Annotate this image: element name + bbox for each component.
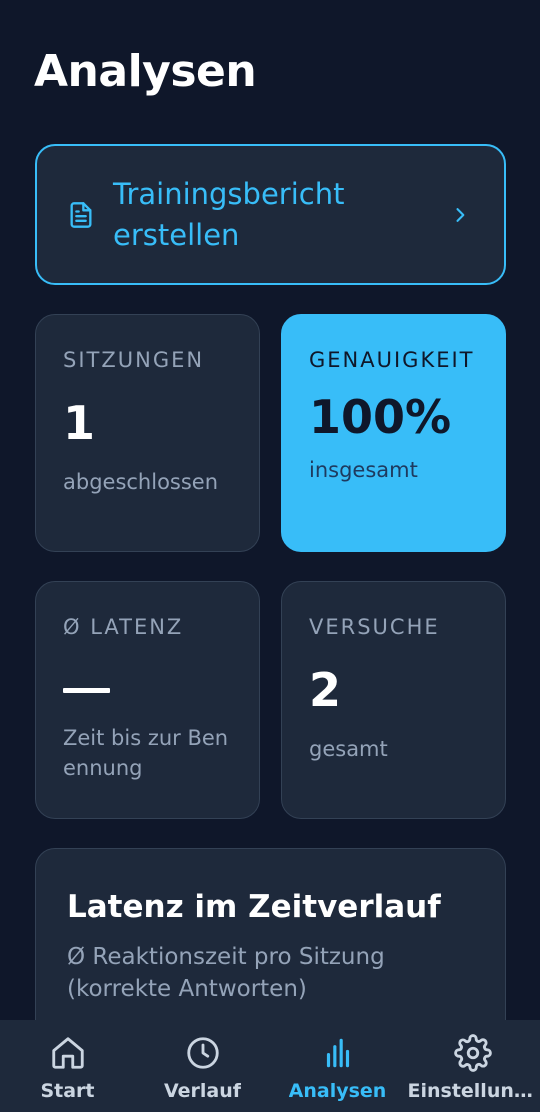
page-title: Analysen [34,46,257,97]
stat-sub: insgesamt [309,458,418,482]
tab-label: Analysen [288,1080,387,1102]
tab-label: Start [40,1080,95,1102]
tab-settings[interactable]: Einstellungen [405,1020,540,1112]
stat-value: 100% [309,390,452,444]
tab-analytics[interactable]: Analysen [270,1020,405,1112]
chevron-right-icon [456,207,465,222]
chart-description: Ø Reaktionszeit pro Sitzung (korrekte An… [67,944,385,1002]
bar-chart-icon [326,1038,349,1068]
gear-icon [453,1034,492,1072]
stat-value: 2 [309,663,342,717]
document-icon [70,201,92,228]
stat-sub: Zeit bis zur Benennung [63,726,229,780]
create-training-report-button[interactable]: Trainingsbericht erstellen [35,144,506,285]
home-icon [51,1037,84,1069]
stat-label: Ø LATENZ [63,615,184,639]
empty-value-dash [63,688,110,693]
report-button-label: Trainingsbericht erstellen [113,176,345,252]
stat-value: 1 [63,396,96,450]
analytics-screen: Analysen Trainingsbericht erstellen SITZ… [0,0,540,1112]
stat-label: VERSUCHE [309,615,440,639]
stat-label: GENAUIGKEIT [309,348,475,372]
tab-history[interactable]: Verlauf [135,1020,270,1112]
stat-card-attempts: VERSUCHE 2 gesamt [281,581,506,819]
tab-start[interactable]: Start [0,1020,135,1112]
chart-title: Latenz im Zeitverlauf [67,889,441,925]
stat-card-sessions: SITZUNGEN 1 abgeschlossen [35,314,260,552]
stat-label: SITZUNGEN [63,348,205,372]
clock-icon [186,1037,219,1069]
stat-sub: gesamt [309,737,388,761]
tab-label: Einstellungen [407,1080,538,1102]
stat-card-accuracy: GENAUIGKEIT 100% insgesamt [281,314,506,552]
bottom-tab-bar: Start Verlauf Analysen Einstellungen [0,1020,540,1112]
stat-sub: abgeschlossen [63,470,219,494]
tab-label: Verlauf [163,1080,242,1102]
stat-card-latency: Ø LATENZ Zeit bis zur Benennung [35,581,260,819]
